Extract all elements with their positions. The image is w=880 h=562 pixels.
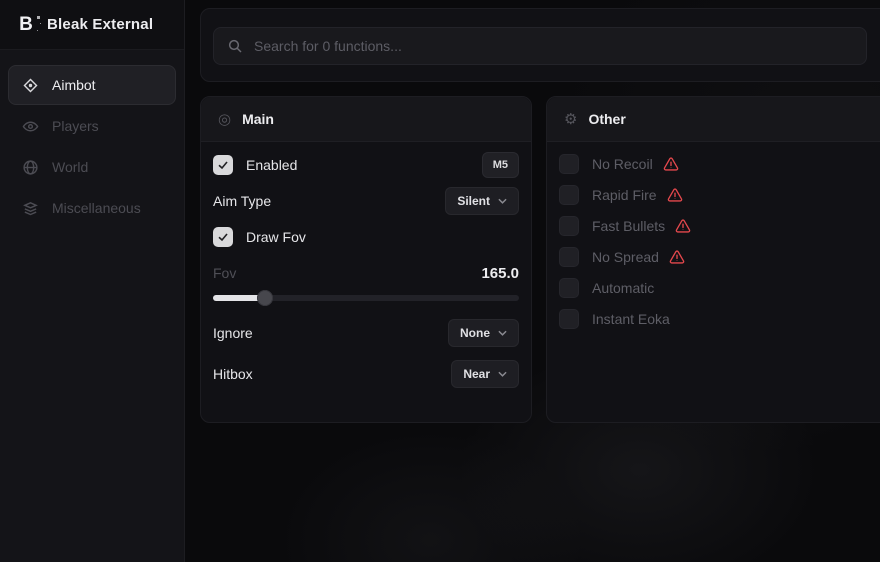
sidebar-item-miscellaneous[interactable]: Miscellaneous xyxy=(8,188,176,228)
aim-type-value: Silent xyxy=(457,194,490,208)
sidebar-item-label: Aimbot xyxy=(52,77,96,93)
gear-icon: ⚙ xyxy=(564,112,577,127)
sidebar-item-label: World xyxy=(52,159,88,175)
check-icon xyxy=(217,159,229,171)
draw-fov-checkbox[interactable] xyxy=(213,227,233,247)
no-spread-checkbox[interactable] xyxy=(559,247,579,267)
no-spread-row: No Spread xyxy=(559,247,880,267)
other-panel-body: No Recoil Rapid Fire Fast Bullets No Spr… xyxy=(547,142,880,350)
chevron-down-icon xyxy=(498,330,507,336)
main-panel-header: ◎ Main xyxy=(201,97,531,142)
no-recoil-label: No Recoil xyxy=(592,156,653,172)
rapid-fire-row: Rapid Fire xyxy=(559,185,880,205)
hitbox-label: Hitbox xyxy=(213,366,253,382)
fov-row: Fov 165.0 xyxy=(213,264,519,282)
app-logo-icon: B xyxy=(16,14,36,36)
search-panel xyxy=(200,8,880,82)
app-header: B Bleak External xyxy=(0,0,184,50)
no-recoil-row: No Recoil xyxy=(559,154,880,174)
target-icon: ◎ xyxy=(218,112,231,127)
app-title: Bleak External xyxy=(47,16,153,33)
instant-eoka-row: Instant Eoka xyxy=(559,309,880,329)
fov-label: Fov xyxy=(213,265,236,281)
warning-icon xyxy=(669,250,685,265)
enabled-checkbox[interactable] xyxy=(213,155,233,175)
enabled-label: Enabled xyxy=(246,157,297,173)
no-spread-label: No Spread xyxy=(592,249,659,265)
automatic-label: Automatic xyxy=(592,280,654,296)
warning-icon xyxy=(667,188,683,203)
automatic-checkbox[interactable] xyxy=(559,278,579,298)
globe-icon xyxy=(22,159,39,176)
sidebar-item-label: Miscellaneous xyxy=(52,200,141,216)
aim-type-row: Aim Type Silent xyxy=(213,188,519,214)
automatic-row: Automatic xyxy=(559,278,880,298)
other-panel-title: Other xyxy=(588,111,625,127)
main-panel: ◎ Main Enabled M5 Aim Type Silent Draw F… xyxy=(200,96,532,423)
crosshair-icon xyxy=(22,77,39,94)
warning-icon xyxy=(663,157,679,172)
chevron-down-icon xyxy=(498,198,507,204)
enabled-row: Enabled M5 xyxy=(213,152,519,178)
sidebar-item-world[interactable]: World xyxy=(8,147,176,187)
ignore-dropdown[interactable]: None xyxy=(448,319,519,347)
sidebar-nav: Aimbot Players World Miscellaneous xyxy=(0,50,184,562)
fov-slider[interactable] xyxy=(213,290,519,306)
rapid-fire-checkbox[interactable] xyxy=(559,185,579,205)
main-panel-body: Enabled M5 Aim Type Silent Draw Fov Fov … xyxy=(201,142,531,407)
instant-eoka-checkbox[interactable] xyxy=(559,309,579,329)
warning-icon xyxy=(675,219,691,234)
aim-type-dropdown[interactable]: Silent xyxy=(445,187,519,215)
ignore-value: None xyxy=(460,326,490,340)
hitbox-value: Near xyxy=(463,367,490,381)
sidebar-item-label: Players xyxy=(52,118,99,134)
fast-bullets-label: Fast Bullets xyxy=(592,218,665,234)
sidebar-item-aimbot[interactable]: Aimbot xyxy=(8,65,176,105)
ignore-row: Ignore None xyxy=(213,320,519,346)
search-box[interactable] xyxy=(213,27,867,65)
fov-value: 165.0 xyxy=(481,265,519,282)
fast-bullets-row: Fast Bullets xyxy=(559,216,880,236)
check-icon xyxy=(217,231,229,243)
instant-eoka-label: Instant Eoka xyxy=(592,311,670,327)
search-input[interactable] xyxy=(254,38,853,54)
draw-fov-row: Draw Fov xyxy=(213,224,519,250)
aim-type-label: Aim Type xyxy=(213,193,271,209)
fast-bullets-checkbox[interactable] xyxy=(559,216,579,236)
draw-fov-label: Draw Fov xyxy=(246,229,306,245)
search-icon xyxy=(227,38,243,54)
other-panel-header: ⚙ Other xyxy=(547,97,880,142)
chevron-down-icon xyxy=(498,371,507,377)
sidebar-item-players[interactable]: Players xyxy=(8,106,176,146)
no-recoil-checkbox[interactable] xyxy=(559,154,579,174)
rapid-fire-label: Rapid Fire xyxy=(592,187,657,203)
main-panel-title: Main xyxy=(242,111,274,127)
hitbox-dropdown[interactable]: Near xyxy=(451,360,519,388)
other-panel: ⚙ Other No Recoil Rapid Fire Fast Bullet… xyxy=(546,96,880,423)
ignore-label: Ignore xyxy=(213,325,253,341)
hitbox-row: Hitbox Near xyxy=(213,361,519,387)
sidebar: B Bleak External Aimbot Players World xyxy=(0,0,185,562)
layers-icon xyxy=(22,200,39,217)
fov-slider-handle[interactable] xyxy=(257,290,273,306)
enabled-keybind-button[interactable]: M5 xyxy=(482,152,519,178)
eye-icon xyxy=(22,118,39,135)
